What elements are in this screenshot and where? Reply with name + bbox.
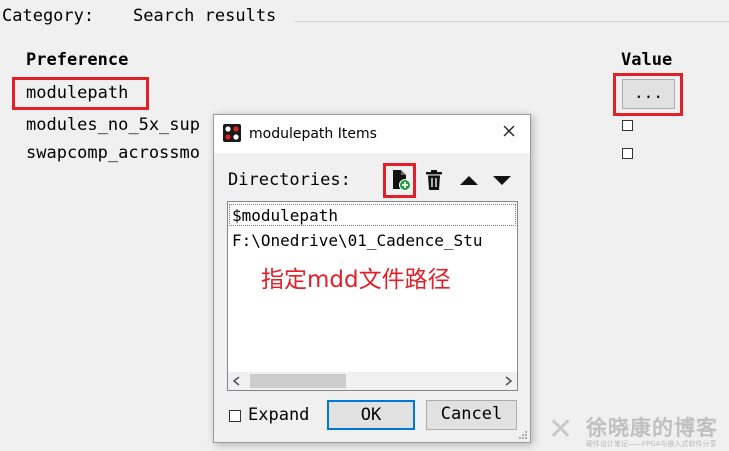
preference-column-header: Preference	[26, 50, 129, 70]
horizontal-scrollbar[interactable]	[228, 372, 517, 390]
preference-swapcomp-acrossmo[interactable]: swapcomp_acrossmo	[26, 143, 200, 163]
move-down-icon[interactable]	[490, 168, 514, 192]
highlight-box	[12, 77, 149, 110]
preference-modules-no-5x-sup[interactable]: modules_no_5x_sup	[26, 115, 200, 135]
highlight-box	[613, 73, 683, 116]
modulepath-items-dialog: modulepath Items Directories: $modulepat…	[213, 114, 531, 443]
divider	[295, 21, 729, 22]
delete-icon[interactable]	[422, 168, 446, 192]
swapcomp-acrossmo-checkbox[interactable]	[622, 148, 633, 159]
resize-grip-icon[interactable]	[518, 430, 528, 440]
value-column-header: Value	[621, 50, 673, 70]
dialog-title-bar: modulepath Items	[214, 115, 530, 153]
expand-label[interactable]: Expand	[248, 405, 309, 425]
directories-label: Directories:	[228, 170, 351, 190]
watermark-title: 徐晓康的博客	[586, 416, 718, 440]
category-bar: Category: Search results	[0, 4, 729, 32]
scroll-right-icon[interactable]	[502, 375, 514, 387]
close-icon[interactable]	[502, 124, 516, 138]
move-up-icon[interactable]	[457, 168, 481, 192]
category-label: Category:	[2, 6, 95, 26]
watermark-subtitle: 硬件设计笔记——FPGA与嵌入式软件分享	[586, 440, 717, 448]
scrollbar-thumb[interactable]	[250, 374, 346, 388]
watermark-logo: ✕	[548, 412, 574, 447]
watermark: ✕ 徐晓康的博客 硬件设计笔记——FPGA与嵌入式软件分享	[548, 410, 729, 451]
list-item[interactable]: F:\Onedrive\01_Cadence_Stu	[232, 231, 482, 250]
red-annotation-text: 指定mdd文件路径	[261, 267, 451, 293]
category-value: Search results	[133, 6, 277, 26]
app-icon	[223, 124, 241, 142]
expand-checkbox[interactable]	[229, 410, 241, 422]
cancel-button[interactable]: Cancel	[426, 400, 517, 430]
list-item[interactable]: $modulepath	[232, 206, 338, 225]
modules-no-5x-sup-checkbox[interactable]	[622, 120, 633, 131]
highlight-box	[383, 163, 416, 198]
dialog-title: modulepath Items	[249, 126, 377, 142]
scroll-left-icon[interactable]	[231, 375, 243, 387]
directories-list[interactable]: $modulepath F:\Onedrive\01_Cadence_Stu 指…	[227, 201, 518, 391]
ok-button[interactable]: OK	[327, 400, 415, 430]
